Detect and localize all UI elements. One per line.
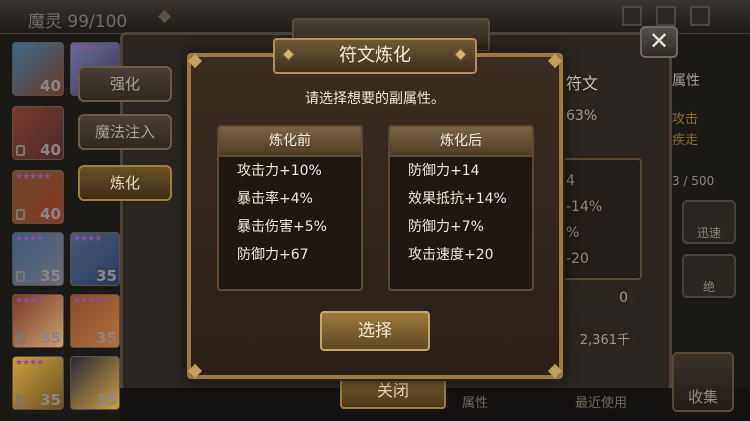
grid-icon-2[interactable] <box>656 6 676 26</box>
monster-count-title: 魔灵 99/100 <box>28 12 128 32</box>
monster-level: 35 <box>96 391 117 409</box>
ultimate-button[interactable]: 绝 <box>682 254 736 298</box>
close-icon[interactable]: ✕ <box>640 26 678 58</box>
bottom-attribute-label[interactable]: 属性 <box>462 392 488 411</box>
quick-button[interactable]: 迅速 <box>682 200 736 244</box>
monster-slot[interactable]: 35 <box>70 356 120 410</box>
rune-stat: -14% <box>566 199 603 215</box>
star-rating-icon: ★★★ <box>73 44 95 54</box>
lock-icon <box>16 333 25 344</box>
monster-level: 40 <box>40 205 61 223</box>
lock-icon <box>16 209 25 220</box>
dialog-prompt: 请选择想要的副属性。 <box>305 91 445 107</box>
star-rating-icon: ★★★★ <box>15 296 44 306</box>
star-rating-icon: ★★★★ <box>15 234 44 244</box>
grid-icon[interactable] <box>622 6 642 26</box>
monster-slot[interactable]: 40 <box>12 42 64 96</box>
side-line: 疾走 <box>672 133 699 148</box>
before-refine-box[interactable]: 炼化前 攻击力+10% 暴击率+4% 暴击伤害+5% 防御力+67 <box>217 125 363 291</box>
star-rating-icon: ★★★★ <box>73 234 102 244</box>
monster-level: 35 <box>40 391 61 409</box>
monster-slot[interactable]: ★★★★ 35 <box>70 232 120 286</box>
monster-level: 35 <box>96 329 117 347</box>
tab-magic-inject[interactable]: 魔法注入 <box>78 114 172 150</box>
monster-level: 35 <box>40 329 61 347</box>
after-refine-box[interactable]: 炼化后 防御力+14 效果抵抗+14% 防御力+7% 攻击速度+20 <box>388 125 534 291</box>
bottom-recent-label[interactable]: 最近使用 <box>575 392 627 411</box>
monster-slot[interactable]: ★★★★★ 40 <box>12 170 64 224</box>
dialog-title: 符文炼化 <box>273 38 477 74</box>
collect-button[interactable]: 收集 <box>672 352 734 412</box>
side-heading: 属性 <box>672 73 700 89</box>
rune-stat: -20 <box>566 251 589 267</box>
monster-slot[interactable]: ★★★★ 35 <box>12 356 64 410</box>
lock-icon <box>16 395 25 406</box>
star-rating-icon: ★★★★★ <box>73 296 109 306</box>
lock-icon <box>16 145 25 156</box>
substat-row: 攻击速度+20 <box>408 247 494 263</box>
monster-level: 40 <box>40 77 61 95</box>
lock-icon <box>16 271 25 282</box>
after-refine-header: 炼化后 <box>390 127 532 157</box>
price-value: 2,361千 <box>560 330 634 352</box>
rune-stats-box: 4 -14% % -20 <box>560 158 642 280</box>
rune-count: 3 / 500 <box>672 174 715 188</box>
substat-row: 防御力+67 <box>237 247 309 263</box>
monster-level: 40 <box>40 141 61 159</box>
monster-slot[interactable]: ★★★★ 35 <box>12 294 64 348</box>
choose-button[interactable]: 选择 <box>320 311 430 351</box>
diamond-icon <box>158 10 171 23</box>
dialog-title-text: 符文炼化 <box>339 45 411 66</box>
tab-refine[interactable]: 炼化 <box>78 165 172 201</box>
monster-slot[interactable]: ★★★★ 35 <box>12 232 64 286</box>
side-line: 攻击 <box>672 112 699 127</box>
menu-icon[interactable] <box>690 6 710 26</box>
rune-stat: 4 <box>566 173 575 189</box>
star-rating-icon: ★★★★★ <box>15 172 51 182</box>
substat-row: 攻击力+10% <box>237 163 322 179</box>
rune-stat: % <box>566 225 580 241</box>
substat-row: 防御力+7% <box>408 219 484 235</box>
monster-slot[interactable]: ★★★★★ 35 <box>70 294 120 348</box>
rune-percent: 63% <box>566 108 598 124</box>
substat-row: 暴击率+4% <box>237 191 313 207</box>
star-rating-icon: ★★★★ <box>15 358 44 368</box>
rune-info-column: 符文 63% 4 -14% % -20 0 2,361千 <box>560 70 680 352</box>
rune-heading: 符文 <box>566 74 599 93</box>
substat-row: 效果抵抗+14% <box>408 191 507 207</box>
monster-slot[interactable]: 40 <box>12 106 64 160</box>
substat-row: 防御力+14 <box>408 163 480 179</box>
before-refine-header: 炼化前 <box>219 127 361 157</box>
zero-value: 0 <box>560 290 634 310</box>
monster-level: 35 <box>40 267 61 285</box>
substat-row: 暴击伤害+5% <box>237 219 327 235</box>
monster-level: 35 <box>96 267 117 285</box>
side-attribute-column: 属性 攻击 疾走 3 / 500 迅速 绝 <box>672 70 750 298</box>
tab-enhance[interactable]: 强化 <box>78 66 172 102</box>
